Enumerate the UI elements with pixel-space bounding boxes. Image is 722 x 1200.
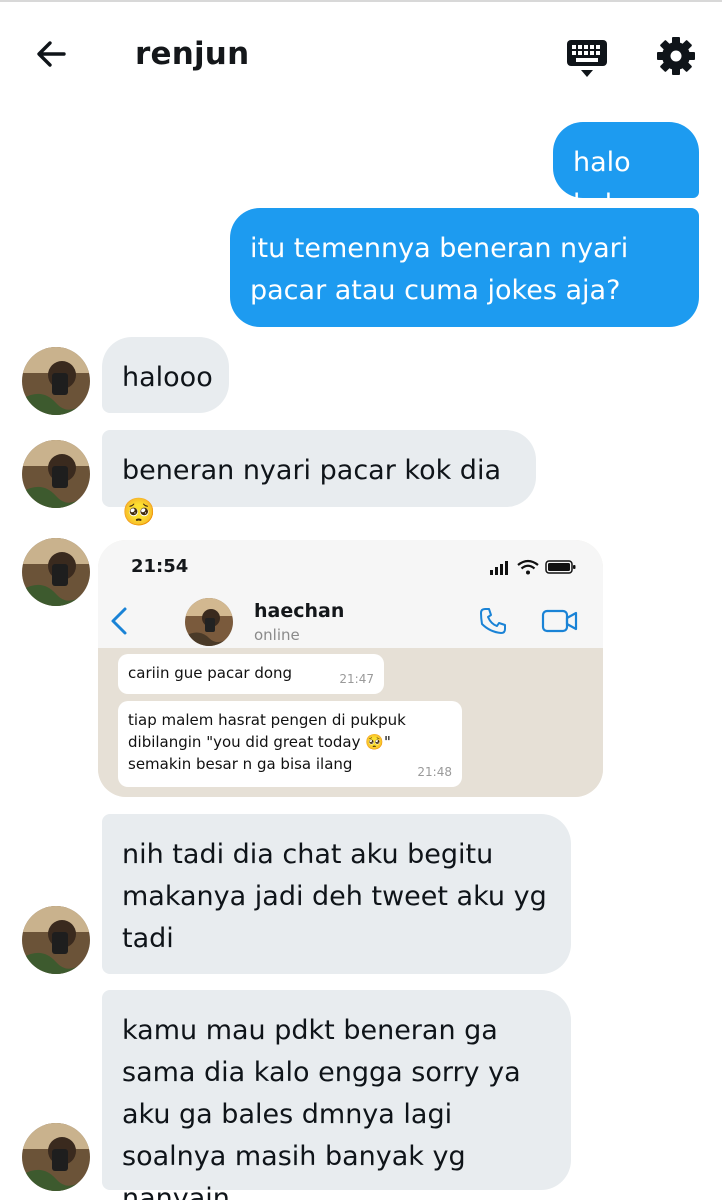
avatar[interactable] bbox=[22, 1123, 90, 1191]
conversation-header: renjun bbox=[0, 2, 722, 106]
keyboard-icon[interactable] bbox=[566, 36, 608, 80]
avatar[interactable] bbox=[22, 440, 90, 508]
video-call-icon[interactable] bbox=[541, 606, 579, 636]
message-text: kamu mau pdkt beneran ga sama dia kalo e… bbox=[122, 1015, 521, 1200]
message-bubble-incoming[interactable]: kamu mau pdkt beneran ga sama dia kalo e… bbox=[102, 990, 571, 1200]
message-text: beneran nyari pacar kok dia 🥺 bbox=[122, 455, 501, 528]
message-bubble-incoming[interactable]: halooo bbox=[102, 337, 229, 413]
message-text: itu temennya beneran nyari pacar atau cu… bbox=[250, 233, 629, 306]
contact-name: haechan bbox=[254, 600, 345, 622]
screenshot-message: cariin gue pacar dong 21:47 bbox=[118, 654, 384, 694]
chat-wallpaper: cariin gue pacar dong 21:47 tiap malem h… bbox=[98, 648, 603, 797]
message-bubble-incoming[interactable]: beneran nyari pacar kok dia 🥺 bbox=[102, 430, 536, 528]
message-bubble-outgoing[interactable]: itu temennya beneran nyari pacar atau cu… bbox=[230, 208, 699, 327]
arrow-left-icon[interactable] bbox=[30, 32, 74, 76]
chevron-left-icon[interactable] bbox=[108, 606, 130, 636]
status-bar-icons bbox=[490, 559, 576, 575]
screenshot-message: tiap malem hasrat pengen di pukpuk dibil… bbox=[118, 701, 462, 787]
status-bar-time: 21:54 bbox=[131, 556, 189, 577]
gear-icon[interactable] bbox=[656, 36, 696, 76]
screenshot-app-header: 21:54 haechan online bbox=[98, 540, 603, 648]
avatar[interactable] bbox=[22, 538, 90, 606]
avatar[interactable] bbox=[22, 906, 90, 974]
message-text: nih tadi dia chat aku begitu makanya jad… bbox=[122, 839, 547, 954]
contact-avatar[interactable] bbox=[185, 598, 233, 646]
message-time: 21:48 bbox=[417, 765, 452, 779]
phone-icon[interactable] bbox=[478, 606, 508, 636]
message-bubble-outgoing[interactable]: halo kak bbox=[553, 122, 699, 220]
image-message[interactable]: 21:54 haechan online cariin gue pacar do… bbox=[98, 540, 603, 797]
contact-status: online bbox=[254, 626, 300, 644]
message-bubble-incoming[interactable]: nih tadi dia chat aku begitu makanya jad… bbox=[102, 814, 571, 974]
avatar[interactable] bbox=[22, 347, 90, 415]
conversation-title: renjun bbox=[135, 36, 250, 72]
message-time: 21:47 bbox=[339, 672, 374, 686]
message-text: halooo bbox=[122, 362, 213, 393]
